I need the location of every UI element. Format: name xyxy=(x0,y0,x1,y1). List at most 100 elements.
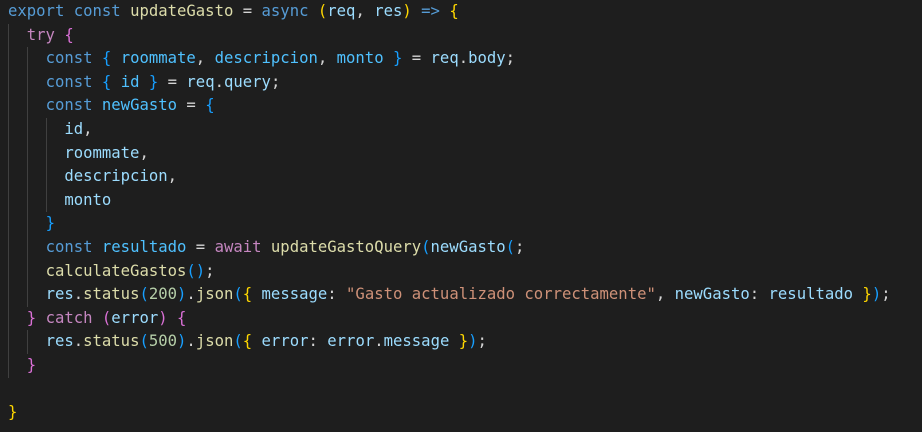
code-line: descripcion, xyxy=(8,165,177,189)
code-token: query xyxy=(223,72,271,91)
code-token: json xyxy=(195,332,234,351)
code-token: res xyxy=(45,285,74,304)
code-token: } xyxy=(148,72,159,91)
code-token: ( xyxy=(139,285,149,304)
code-token: } xyxy=(458,332,469,351)
code-token: { xyxy=(101,72,112,91)
code-token: ; xyxy=(881,285,891,304)
code-token: : xyxy=(749,285,769,304)
code-token: resultado xyxy=(768,285,854,304)
code-token: res xyxy=(45,332,74,351)
code-token: { xyxy=(101,49,112,68)
code-token: ) xyxy=(177,332,187,351)
code-token: catch xyxy=(45,308,93,327)
code-token: } xyxy=(392,49,403,68)
code-token: json xyxy=(195,285,234,304)
code-token: ; xyxy=(270,72,281,91)
code-token: ( xyxy=(101,308,112,327)
code-token: req xyxy=(430,49,459,68)
code-token: , xyxy=(139,143,149,162)
code-token: = xyxy=(158,72,187,91)
code-token: = xyxy=(402,49,431,68)
code-token: , xyxy=(355,2,375,20)
code-token: { xyxy=(242,285,253,304)
code-token: = xyxy=(233,2,262,20)
code-token: , xyxy=(655,285,675,304)
code-token: ; xyxy=(505,49,516,68)
code-token: monto xyxy=(64,190,112,209)
code-token: ; xyxy=(515,238,525,256)
code-token: error xyxy=(327,332,375,351)
code-line: calculateGastos(); xyxy=(8,260,215,284)
code-line: res.status(500).json({ error: error.mess… xyxy=(8,330,487,354)
code-token: const xyxy=(45,49,93,68)
code-token: req xyxy=(186,72,215,91)
code-line: monto xyxy=(8,189,111,213)
code-token: ) xyxy=(871,285,882,304)
code-token: try xyxy=(26,25,55,44)
code-line: } xyxy=(8,401,17,425)
code-token: ; xyxy=(205,261,215,280)
code-token: descripcion xyxy=(64,167,168,186)
code-editor[interactable]: export const updateGasto = async (req, r… xyxy=(0,0,922,432)
code-token: export xyxy=(8,2,65,20)
code-token: const xyxy=(45,72,93,91)
code-token: const xyxy=(45,238,93,256)
code-token: ( xyxy=(505,238,516,256)
code-token: } xyxy=(45,214,55,233)
code-token: ( xyxy=(233,285,243,304)
code-token: { xyxy=(242,332,253,351)
code-line: const { roommate, descripcion, monto } =… xyxy=(8,47,516,71)
code-token: body xyxy=(468,49,506,68)
code-line: res.status(200).json({ message: "Gasto a… xyxy=(8,283,891,307)
code-token: status xyxy=(83,332,140,351)
code-token: ) xyxy=(468,332,478,351)
code-token: ; xyxy=(477,332,487,351)
code-line: roommate, xyxy=(8,142,149,166)
code-token: descripcion xyxy=(214,49,318,68)
code-token: ( xyxy=(421,238,431,256)
code-token: async xyxy=(261,2,309,20)
code-token: => xyxy=(421,2,440,20)
code-token: res xyxy=(374,2,403,20)
code-token: = xyxy=(186,238,215,256)
code-token: roommate xyxy=(120,49,196,68)
code-token: : xyxy=(308,332,328,351)
code-line: const newGasto = { xyxy=(8,94,215,118)
code-line: const resultado = await updateGastoQuery… xyxy=(8,236,525,260)
code-line: try { xyxy=(8,24,74,48)
code-token: monto xyxy=(336,49,384,68)
code-token: { xyxy=(64,25,74,44)
code-token: } xyxy=(26,308,37,327)
code-token: { xyxy=(449,2,459,20)
code-token: . xyxy=(186,332,196,351)
code-token: ( xyxy=(317,2,328,20)
code-token: , xyxy=(195,49,215,68)
code-token: updateGastoQuery xyxy=(270,238,422,256)
code-token: 200 xyxy=(148,285,178,304)
code-token: newGasto xyxy=(101,96,178,115)
code-token: message xyxy=(261,285,328,304)
code-token: . xyxy=(374,332,384,351)
code-token: . xyxy=(458,49,469,68)
code-token: : xyxy=(327,285,347,304)
code-token: , xyxy=(167,167,178,186)
